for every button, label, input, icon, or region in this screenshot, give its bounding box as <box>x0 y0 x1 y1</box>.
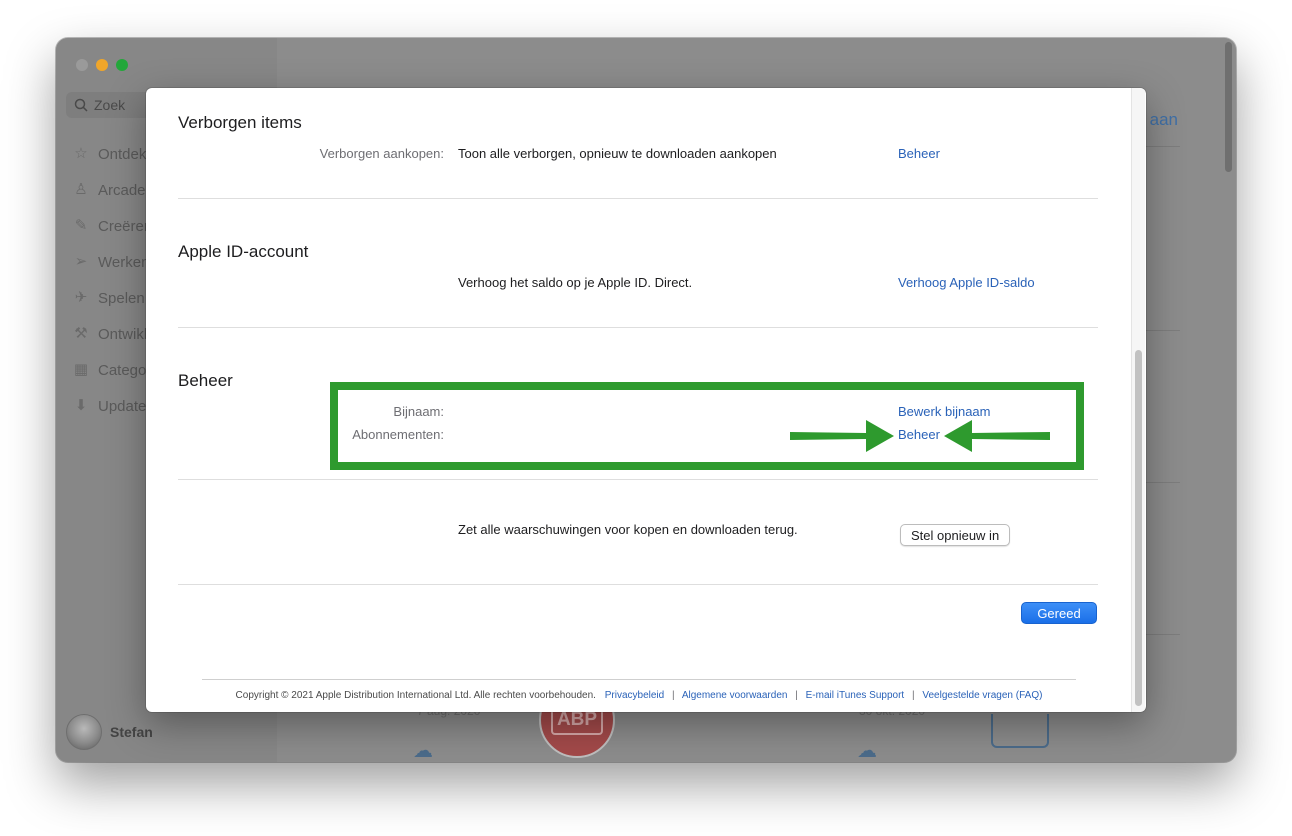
paperplane-icon: ➢ <box>74 253 88 270</box>
add-funds-link[interactable]: Verhoog Apple ID-saldo <box>898 275 1035 290</box>
terms-link[interactable]: Algemene voorwaarden <box>682 690 788 701</box>
reset-warnings-text: Zet alle waarschuwingen voor kopen en do… <box>458 522 798 537</box>
faq-link[interactable]: Veelgestelde vragen (FAQ) <box>922 690 1042 701</box>
sidebar-item-label: Spelen <box>98 289 145 307</box>
user-name: Stefan <box>110 724 153 740</box>
sidebar-user-account[interactable]: Stefan <box>66 714 153 750</box>
section-title-apple-id: Apple ID-account <box>178 242 309 261</box>
avatar <box>66 714 102 750</box>
main-scrollbar[interactable] <box>1225 42 1232 172</box>
divider <box>178 479 1098 480</box>
app-icon[interactable] <box>991 714 1049 748</box>
search-icon <box>74 98 88 112</box>
manage-subscriptions-link[interactable]: Beheer <box>898 427 940 442</box>
annotation-arrow-right-icon <box>790 420 894 452</box>
section-title-hidden-items: Verborgen items <box>178 113 302 132</box>
email-support-link[interactable]: E-mail iTunes Support <box>806 690 905 701</box>
divider <box>1140 482 1180 483</box>
manage-hidden-link[interactable]: Beheer <box>898 146 940 161</box>
sheet-scrollbar-thumb[interactable] <box>1135 350 1142 706</box>
section-title-manage: Beheer <box>178 371 233 390</box>
annotation-arrow-left-icon <box>944 420 1050 452</box>
copyright-text: Copyright © 2021 Apple Distribution Inte… <box>235 690 596 701</box>
footer-separator: | <box>671 690 675 701</box>
sidebar-search-placeholder: Zoek <box>94 97 126 113</box>
star-icon: ☆ <box>74 145 88 162</box>
subscriptions-label: Abonnementen: <box>352 427 444 442</box>
footer-separator: | <box>911 690 915 701</box>
cloud-download-icon[interactable]: ☁ <box>857 738 877 762</box>
divider <box>1140 146 1180 147</box>
hidden-purchases-text: Toon alle verborgen, opnieuw te download… <box>458 146 777 161</box>
footer-divider <box>202 679 1076 680</box>
sidebar-item-label: Creëren <box>98 217 153 235</box>
footer: Copyright © 2021 Apple Distribution Inte… <box>146 690 1132 701</box>
footer-separator: | <box>795 690 798 701</box>
rocket-icon: ✈ <box>74 289 88 306</box>
hammer-icon: ⚒ <box>74 325 88 342</box>
maximize-window-button[interactable] <box>116 59 128 71</box>
minimize-window-button[interactable] <box>96 59 108 71</box>
divider <box>1140 330 1180 331</box>
apple-id-balance-text: Verhoog het saldo op je Apple ID. Direct… <box>458 275 693 290</box>
done-button[interactable]: Gereed <box>1021 602 1097 624</box>
grid-icon: ▦ <box>73 361 89 378</box>
joystick-icon: ♙ <box>74 181 88 198</box>
divider <box>1140 634 1180 635</box>
sidebar-item-label: Ontdek <box>98 145 147 163</box>
download-icon: ⬇ <box>74 397 88 414</box>
close-window-button[interactable] <box>76 59 88 71</box>
cloud-download-icon[interactable]: ☁ <box>413 738 433 762</box>
brush-icon: ✎ <box>74 217 88 234</box>
edit-nickname-link[interactable]: Bewerk bijnaam <box>898 404 991 419</box>
sidebar-item-label: Werken <box>98 253 150 271</box>
hidden-purchases-label: Verborgen aankopen: <box>319 146 444 161</box>
privacy-policy-link[interactable]: Privacybeleid <box>605 690 664 701</box>
reset-warnings-button[interactable]: Stel opnieuw in <box>900 524 1011 546</box>
sidebar-item-label: Arcade <box>98 181 146 199</box>
divider <box>178 584 1098 585</box>
divider <box>178 198 1098 199</box>
nickname-label: Bijnaam: <box>393 404 444 419</box>
divider <box>178 327 1098 328</box>
account-settings-sheet: Verborgen items Verborgen aankopen: Toon… <box>146 88 1146 712</box>
